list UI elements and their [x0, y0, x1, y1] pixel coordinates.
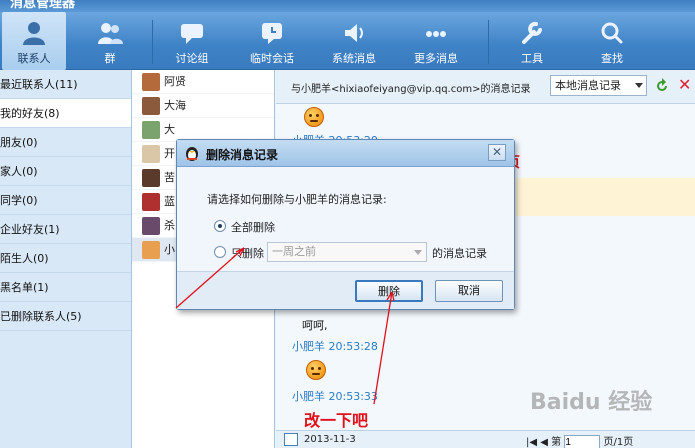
friend-name: 大海: [164, 99, 186, 112]
refresh-icon[interactable]: [653, 77, 671, 95]
tab-groups-label: 群: [104, 52, 116, 65]
window-titlebar: 消息管理器: [0, 0, 695, 12]
toolbar-divider: [488, 20, 489, 64]
friend-name: 小: [164, 243, 175, 256]
time-range-value: 一周之前: [272, 245, 316, 258]
friend-item[interactable]: 阿贤: [132, 70, 274, 94]
category-enterprise[interactable]: 企业好友(1): [0, 215, 131, 244]
emoji-icon: [306, 360, 326, 380]
friend-name: 杀: [164, 219, 175, 232]
tab-system-messages[interactable]: 系统消息: [322, 12, 386, 70]
dialog-title: 删除消息记录: [206, 148, 279, 162]
main-toolbar: 联系人 群 讨论组 临时会话 系统消息 更多消息 工具 查找: [0, 12, 695, 70]
dialog-footer: 删除 取消: [177, 271, 514, 309]
discussion-icon: [181, 24, 203, 44]
pager: |◀ ◀ 第 页/1页: [526, 433, 633, 448]
record-source-select[interactable]: 本地消息记录: [550, 75, 647, 96]
message-meta: 小肥羊 20:53:28: [292, 340, 378, 353]
close-icon[interactable]: ✕: [488, 144, 506, 161]
more-dots-icon: [426, 31, 446, 37]
group-icon: [98, 23, 123, 44]
delete-button[interactable]: 删除: [355, 280, 423, 302]
delete-records-dialog: 删除消息记录 ✕ 请选择如何删除与小肥羊的消息记录: 全部删除 只删除 一周之前…: [176, 139, 515, 310]
radio-delete-partial-label[interactable]: 只删除: [231, 245, 264, 261]
find-button-label: 查找: [601, 52, 623, 65]
prev-page-icon[interactable]: ◀: [540, 437, 548, 448]
tools-button[interactable]: 工具: [500, 12, 564, 70]
chevron-down-icon: [414, 250, 422, 255]
tab-groups[interactable]: 群: [80, 12, 140, 70]
footer-date: 2013-11-3: [304, 434, 356, 445]
avatar: [142, 73, 160, 91]
annotation-note: 改一下吧: [304, 411, 369, 430]
friend-name: 苦: [164, 171, 175, 184]
chevron-down-icon: [635, 83, 643, 88]
record-source-value: 本地消息记录: [555, 79, 621, 92]
radio-delete-partial[interactable]: [214, 246, 226, 258]
category-deleted[interactable]: 已删除联系人(5): [0, 302, 131, 331]
message-text: 呵呵,: [302, 319, 328, 332]
avatar: [142, 169, 160, 187]
chat-footer: 2013-11-3 |◀ ◀ 第 页/1页: [276, 430, 695, 448]
tab-temp-chats[interactable]: 临时会话: [240, 12, 304, 70]
tab-temp-chats-label: 临时会话: [250, 52, 294, 65]
temp-chat-icon: [262, 23, 282, 44]
friend-name: 阿贤: [164, 75, 186, 88]
delete-records-icon[interactable]: ✕: [678, 76, 694, 94]
friend-name: 蓝: [164, 195, 175, 208]
avatar: [142, 193, 160, 211]
tab-contacts[interactable]: 联系人: [2, 12, 66, 70]
dialog-prompt: 请选择如何删除与小肥羊的消息记录:: [207, 193, 387, 206]
partial-suffix: 的消息记录: [432, 247, 487, 260]
watermark: Baidu 经验: [530, 390, 653, 415]
page-input[interactable]: [564, 435, 601, 448]
time-range-select[interactable]: 一周之前: [267, 242, 427, 262]
magnifier-icon: [601, 22, 623, 44]
radio-delete-all[interactable]: [214, 220, 226, 232]
calendar-icon[interactable]: [284, 433, 298, 446]
tab-more-messages[interactable]: 更多消息: [404, 12, 468, 70]
friend-item[interactable]: 大海: [132, 94, 274, 118]
friend-name: 开: [164, 147, 175, 160]
tab-discussions[interactable]: 讨论组: [160, 12, 224, 70]
avatar: [142, 121, 160, 139]
category-my-friends[interactable]: 我的好友(8): [0, 99, 131, 128]
avatar: [142, 145, 160, 163]
qq-penguin-icon: [186, 147, 198, 161]
category-blacklist[interactable]: 黑名单(1): [0, 273, 131, 302]
friend-name: 大: [164, 123, 175, 136]
chat-header: 与小肥羊<hixiaofeiyang@vip.qq.com>的消息记录 本地消息…: [276, 70, 695, 104]
toolbar-divider: [152, 20, 153, 64]
cancel-button[interactable]: 取消: [435, 280, 503, 302]
avatar: [142, 241, 160, 259]
page-prefix: 第: [551, 437, 562, 448]
page-suffix: 页/1页: [603, 437, 634, 448]
category-list: 最近联系人(11) 我的好友(8) 朋友(0) 家人(0) 同学(0) 企业好友…: [0, 70, 132, 448]
find-button[interactable]: 查找: [580, 12, 644, 70]
first-page-icon[interactable]: |◀: [526, 437, 537, 448]
category-recent[interactable]: 最近联系人(11): [0, 70, 131, 99]
dialog-titlebar: 删除消息记录 ✕: [177, 140, 514, 167]
chat-header-text: 与小肥羊<hixiaofeiyang@vip.qq.com>的消息记录: [291, 84, 531, 95]
wrench-icon: [522, 21, 542, 44]
tab-more-messages-label: 更多消息: [414, 52, 458, 65]
avatar: [142, 217, 160, 235]
tab-contacts-label: 联系人: [17, 52, 51, 65]
category-classmates[interactable]: 同学(0): [0, 186, 131, 215]
window-title: 消息管理器: [10, 0, 76, 11]
avatar: [142, 97, 160, 115]
message-meta: 小肥羊 20:53:33: [292, 390, 378, 403]
category-strangers[interactable]: 陌生人(0): [0, 244, 131, 273]
category-friends[interactable]: 朋友(0): [0, 128, 131, 157]
tools-button-label: 工具: [521, 52, 543, 65]
speaker-icon: [345, 24, 363, 42]
emoji-icon: [304, 107, 324, 127]
category-family[interactable]: 家人(0): [0, 157, 131, 186]
tab-system-messages-label: 系统消息: [332, 52, 376, 65]
contact-person-icon: [23, 22, 45, 45]
radio-delete-all-label[interactable]: 全部删除: [231, 219, 275, 235]
tab-discussions-label: 讨论组: [175, 52, 209, 65]
